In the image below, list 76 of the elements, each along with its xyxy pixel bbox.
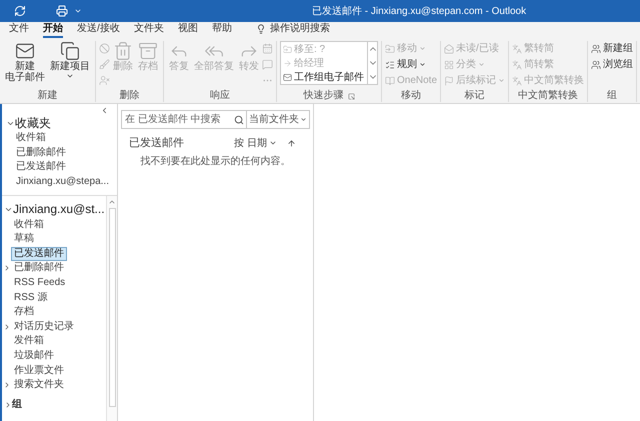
section-header[interactable]: 收藏夹 [15, 114, 51, 132]
people-icon [591, 44, 602, 54]
ribbon-group-label: 标记 [464, 90, 485, 102]
folder-arrow-icon [385, 44, 395, 54]
ribbon-group-label: 响应 [210, 90, 230, 102]
ribbon-group-label: 组 [607, 90, 618, 102]
window-title: 已发送邮件 - Jinxiang.xu@stepan.com - Outlook [312, 4, 526, 18]
ribbon-tab[interactable]: 视图 [178, 22, 198, 38]
print-icon[interactable] [56, 5, 68, 17]
trash-icon [113, 41, 133, 61]
notebook-icon [385, 76, 395, 86]
ribbon-button[interactable]: 浏览组 [591, 57, 634, 72]
ribbon-group-label: 移动 [401, 90, 422, 102]
dialog-launcher-icon[interactable] [348, 92, 354, 100]
folder-item[interactable]: 已发送邮件 [13, 160, 69, 174]
caret-icon [66, 72, 74, 80]
expand-caret-icon[interactable] [4, 400, 12, 408]
refresh-icon[interactable] [14, 5, 26, 17]
folder-item[interactable]: 已删除邮件 [11, 261, 67, 276]
ribbon-tab[interactable]: 文件夹 [134, 22, 164, 38]
account-header[interactable]: Jinxiang.xu@st... [13, 200, 105, 218]
translate-icon [512, 60, 522, 70]
people-icon [591, 60, 602, 70]
quick-step[interactable]: 工作组电子邮件 [283, 70, 365, 84]
folder-item[interactable]: 已发送邮件 [11, 246, 67, 261]
caret-icon [498, 77, 506, 84]
tell-me-field[interactable]: 操作说明搜索 [270, 21, 350, 36]
ribbon-group-label: 快速步骤 [304, 90, 344, 102]
folder-heading: 已发送邮件 [129, 136, 185, 151]
translate-icon [512, 76, 522, 86]
folder-item[interactable]: Jinxiang.xu@stepa... [13, 175, 112, 190]
flag-icon [444, 76, 454, 86]
folder-item[interactable]: RSS Feeds [11, 276, 68, 290]
ribbon-tab[interactable]: 文件 [9, 22, 29, 38]
ribbon-tab[interactable]: 发送/接收 [77, 22, 120, 38]
folder-item[interactable]: 垃圾邮件 [11, 349, 57, 364]
ribbon-button[interactable]: 新建 电子邮件 [3, 41, 47, 83]
folder-item[interactable]: 已删除邮件 [13, 146, 69, 160]
ribbon-button[interactable]: 规则 [385, 57, 438, 72]
folder-item[interactable]: RSS 源 [11, 290, 50, 305]
checklist-icon [385, 60, 395, 70]
ribbon-group-label: 中文简繁转换 [518, 90, 578, 102]
folder-item[interactable]: 草稿 [11, 232, 37, 246]
ribbon-group-label: 删除 [120, 90, 140, 102]
envelope-icon [15, 41, 35, 61]
arrow-icon [283, 58, 292, 68]
empty-message: 找不到要在此处显示的任何内容。 [140, 154, 292, 168]
folder-item[interactable]: 作业票文件 [11, 364, 67, 378]
section-header[interactable]: 组 [12, 397, 22, 412]
ribbon-group-label: 新建 [38, 90, 58, 102]
sort-direction-icon[interactable] [287, 138, 296, 148]
caret-icon [478, 61, 486, 68]
caret-icon [419, 61, 426, 68]
scroll-thumb[interactable] [108, 208, 116, 407]
folder-item[interactable]: 收件箱 [11, 218, 47, 232]
ribbon-button[interactable]: 新建组 [591, 41, 634, 56]
folder-item[interactable]: 存档 [11, 305, 37, 320]
folder-item[interactable]: 对话历史记录 [11, 320, 77, 334]
archive-box-icon [138, 41, 158, 61]
collapse-pane-icon[interactable] [100, 106, 109, 115]
folder-item[interactable]: 搜索文件夹 [11, 378, 67, 392]
caret-icon [419, 45, 426, 52]
ribbon-tab[interactable]: 帮助 [212, 22, 232, 38]
scrollbar[interactable] [106, 196, 117, 421]
stacked-pages-icon [60, 41, 80, 61]
lightbulb-icon [256, 24, 266, 34]
folder-arrow-icon [283, 44, 292, 54]
folder-item[interactable]: 发件箱 [11, 334, 47, 348]
ribbon-button[interactable]: 新建项目 [48, 41, 92, 80]
open-envelope-icon [444, 44, 454, 54]
envelope-icon [283, 72, 292, 82]
sort-dropdown[interactable]: 按 日期 [234, 136, 277, 151]
translate-icon [512, 44, 522, 54]
grid-icon [444, 60, 454, 70]
caret-icon[interactable] [74, 7, 82, 15]
folder-item[interactable]: 收件箱 [13, 131, 49, 146]
